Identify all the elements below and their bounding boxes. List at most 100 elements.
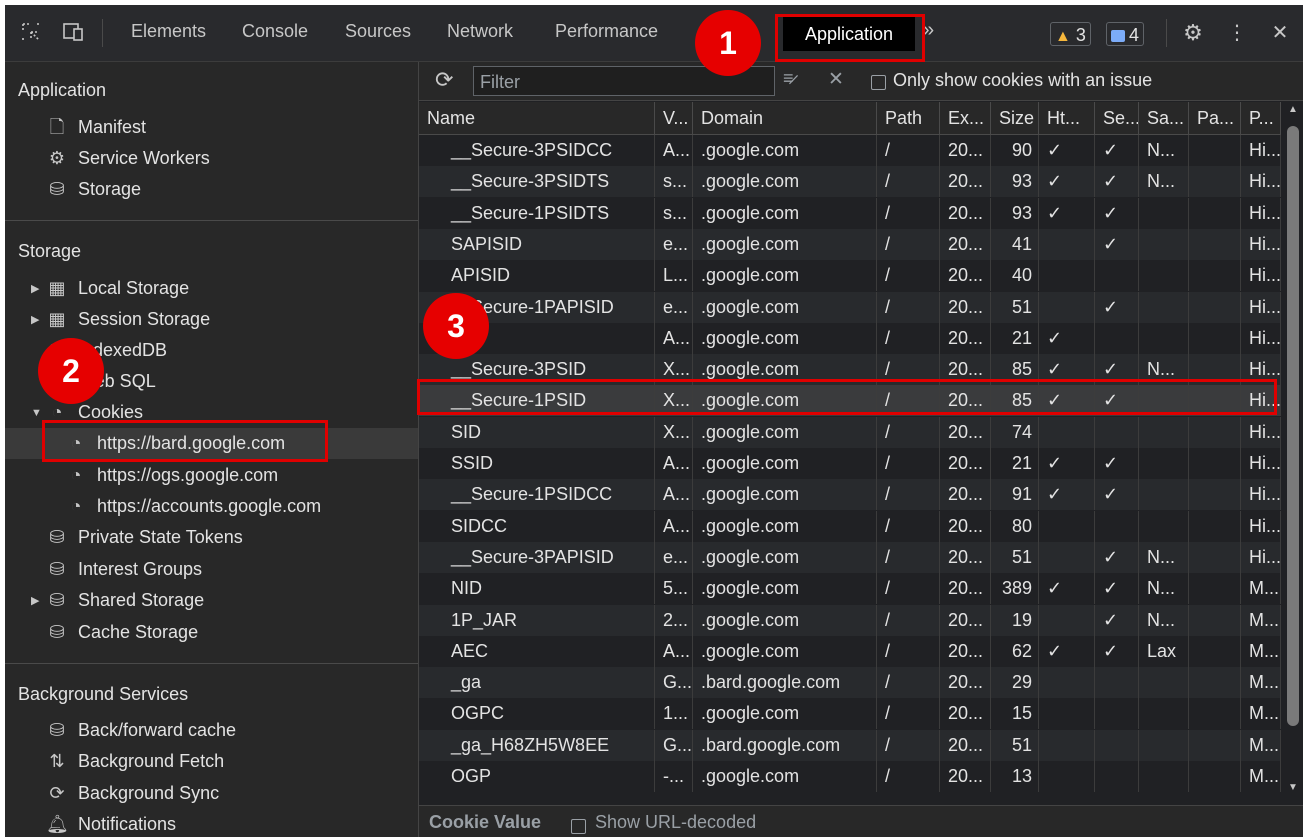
expand-arrow-icon[interactable]: ▶ [31,313,39,326]
table-cell: ✓ [1039,197,1095,229]
column-header[interactable]: V... [655,102,693,134]
table-row[interactable]: APISID L... .google.com/20... 40 Hi... [419,260,1281,292]
close-icon[interactable]: ✕ [1268,21,1292,45]
table-row[interactable]: SID X... .google.com/20... 74 Hi... [419,416,1281,448]
scroll-down-icon[interactable]: ▼ [1288,782,1298,793]
table-row[interactable]: __Secure-1PSIDTS s... .google.com/20... 93 ✓… [419,197,1281,229]
tab-elements[interactable]: Elements [131,21,206,42]
refresh-icon[interactable]: ⟳ [435,67,453,93]
show-url-decoded-checkbox[interactable] [571,815,586,836]
table-row[interactable]: SAPISID e... .google.com/20... 41 ✓ Hi... [419,228,1281,260]
tab-network[interactable]: Network [447,21,513,42]
table-cell: 20... [940,635,991,667]
clear-filtered-icon[interactable]: ≡̷ [783,68,794,89]
table-cell [1039,260,1095,292]
inspect-element-icon[interactable] [19,21,43,45]
scroll-up-icon[interactable]: ▲ [1288,104,1298,115]
column-header[interactable]: Name [419,102,655,134]
column-header[interactable]: Se... [1095,102,1139,134]
sidebar-item-interest-groups[interactable]: ⛁ Interest Groups [46,554,202,584]
tab-console[interactable]: Console [242,21,308,42]
table-cell: N... [1139,573,1189,605]
column-header[interactable]: Ht... [1039,102,1095,134]
sidebar-item-private-state-tokens[interactable]: ⛁ Private State Tokens [46,522,242,552]
table-cell: s... [655,166,693,198]
tab-sources[interactable]: Sources [345,21,411,42]
column-header[interactable]: Domain [693,102,877,134]
column-header[interactable]: Path [877,102,940,134]
background-services-title: Background Services [18,684,189,704]
sidebar-item-local-storage[interactable]: ▦ Local Storage [46,273,189,303]
table-cell [1189,479,1241,511]
scrollbar-thumb[interactable] [1287,126,1299,726]
sidebar-item-background-sync[interactable]: ⟳ Background Sync [46,778,219,808]
table-row[interactable]: _ga_H68ZH5W8EE G... .bard.google.com/20...… [419,729,1281,761]
only-issue-checkbox[interactable] [871,71,886,92]
table-row[interactable]: __Secure-3PSIDTS s... .google.com/20... 93 ✓… [419,166,1281,198]
sidebar-item-cookie-ogs[interactable]: ◔ https://ogs.google.com [65,460,279,490]
table-cell: Hi... [1241,197,1281,229]
table-row[interactable]: NID 5... .google.com/20... 389 ✓ ✓ N... M... [419,573,1281,605]
table-cell: A... [655,322,693,354]
messages-badge[interactable]: 4 [1106,22,1145,46]
settings-gear-icon[interactable]: ⚙ [1181,21,1205,45]
table-cell [1139,510,1189,542]
secure-1psid-row-highlight [417,379,1277,415]
table-cell: 20... [940,541,991,573]
sidebar-item-notifications[interactable]: 🔔︎ Notifications [46,809,176,837]
column-header[interactable]: P... [1241,102,1281,134]
sidebar-item-cache-storage[interactable]: ⛁ Cache Storage [46,617,198,647]
table-scrollbar[interactable]: ▲ ▼ [1283,102,1303,802]
sidebar-item-storage[interactable]: ⛁ Storage [46,174,141,204]
table-row[interactable]: __Secure-3PSIDCC A... .google.com/20... 90 ✓… [419,135,1281,166]
more-options-icon[interactable]: ⋮ [1225,21,1249,45]
table-cell: 20... [940,416,991,448]
cookie-icon: ◔ [70,496,82,516]
table-row[interactable]: OGPC 1... .google.com/20... 15 M... [419,698,1281,730]
table-cell: 20... [940,761,991,792]
expand-arrow-icon[interactable]: ▶ [31,594,39,607]
collapse-arrow-icon[interactable]: ▼ [31,407,42,419]
table-cell: Hi... [1241,510,1281,542]
sidebar-item-label: Session Storage [78,309,211,329]
expand-arrow-icon[interactable]: ▶ [31,282,39,295]
table-row[interactable]: A... .google.com/20... 21 ✓ Hi... [419,322,1281,354]
column-header[interactable]: Ex... [940,102,991,134]
column-header[interactable]: Size [991,102,1039,134]
table-row[interactable]: __Secure-1PSIDCC A... .google.com/20... 91 ✓… [419,479,1281,511]
column-header[interactable]: Pa... [1189,102,1241,134]
table-cell: / [877,667,940,699]
table-cell: .google.com [693,541,877,573]
table-row[interactable]: SSID A... .google.com/20... 21 ✓ ✓ Hi... [419,448,1281,479]
section-divider [5,220,418,221]
delete-selected-icon[interactable]: ✕ [828,68,844,91]
table-cell: / [877,698,940,730]
warnings-badge[interactable]: ▲ 3 [1050,22,1091,46]
table-cell: ✓ [1095,197,1139,229]
sidebar-item-session-storage[interactable]: ▦ Session Storage [46,304,210,334]
table-cell: .google.com [693,166,877,198]
table-cell: M... [1241,635,1281,667]
sidebar-item-back-forward-cache[interactable]: ⛁ Back/forward cache [46,715,236,745]
table-row[interactable]: __Secure-3PAPISID e... .google.com/20... 51… [419,541,1281,573]
tab-performance[interactable]: Performance [555,21,658,42]
device-toolbar-icon[interactable] [61,21,85,45]
table-row[interactable]: _ga G... .bard.google.com/20... 29 M... [419,667,1281,699]
column-header[interactable]: Sa... [1139,102,1189,134]
table-cell: SAPISID [419,228,655,260]
table-row[interactable]: SIDCC A... .google.com/20... 80 Hi... [419,510,1281,542]
table-cell [1095,698,1139,730]
table-cell: M... [1241,698,1281,730]
sidebar-item-label: https://accounts.google.com [97,496,322,516]
table-row[interactable]: AEC A... .google.com/20... 62 ✓ ✓ Lax M... [419,635,1281,667]
sidebar-item-shared-storage[interactable]: ⛁ Shared Storage [46,585,204,615]
sidebar-item-cookie-accounts[interactable]: ◔ https://accounts.google.com [65,491,322,521]
warnings-count: 3 [1075,25,1086,45]
sidebar-item-manifest[interactable]: 🗋 Manifest [46,112,146,142]
table-cell: 51 [991,291,1039,323]
table-row[interactable]: OGP -... .google.com/20... 13 M... [419,761,1281,792]
table-row[interactable]: 1P_JAR 2... .google.com/20... 19 ✓ N... M... [419,604,1281,636]
sidebar-item-service-workers[interactable]: ⚙ Service Workers [46,143,210,173]
table-row[interactable]: __Secure-1PAPISID e... .google.com/20... 51… [419,291,1281,323]
sidebar-item-background-fetch[interactable]: ⇅ Background Fetch [46,746,224,776]
